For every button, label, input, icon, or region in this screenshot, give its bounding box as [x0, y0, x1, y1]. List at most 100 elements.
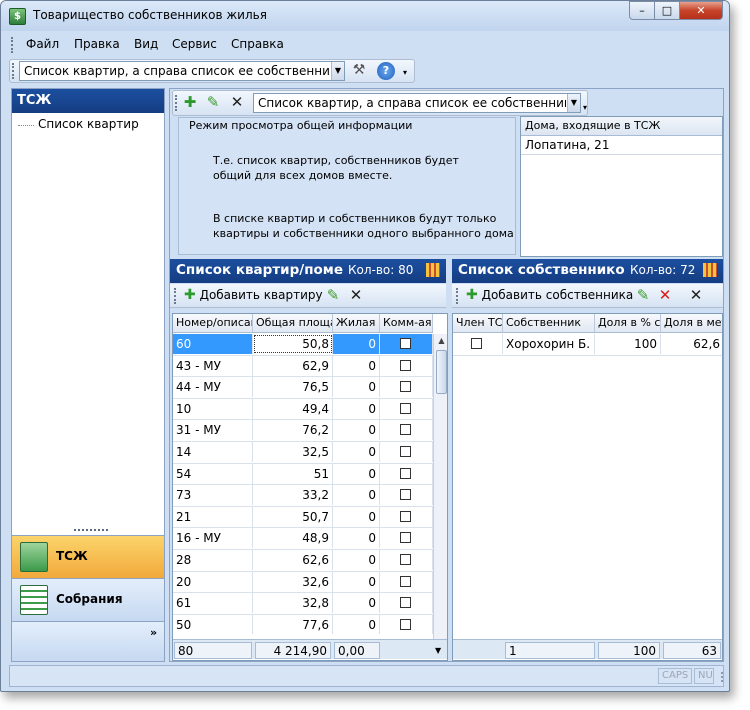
- help-icon[interactable]: ?: [377, 62, 395, 80]
- scroll-down-icon[interactable]: ▼: [435, 646, 441, 660]
- communal-cell: [380, 377, 433, 398]
- apartment-living-area: 0: [333, 485, 380, 506]
- toolbar-overflow-icon[interactable]: ▾: [403, 68, 407, 77]
- apartment-number: 43 - МУ: [173, 355, 253, 376]
- communal-checkbox[interactable]: [400, 510, 411, 522]
- info-text-2b: квартиры и собственники одного выбранног…: [213, 227, 514, 240]
- apartment-living-area: 0: [333, 334, 380, 354]
- table-row[interactable]: 28 62,6 0: [173, 550, 433, 572]
- add-icon[interactable]: ✚: [182, 95, 198, 111]
- scroll-up-icon[interactable]: ▲: [435, 336, 447, 345]
- minimize-button[interactable]: –: [629, 1, 655, 20]
- nav-button-meetings[interactable]: Собрания: [12, 578, 164, 621]
- add-icon: ✚: [466, 287, 478, 303]
- owner-row[interactable]: Хорохорин Б. А. 100 62,6: [453, 334, 722, 356]
- table-row[interactable]: 14 32,5 0: [173, 442, 433, 464]
- table-row[interactable]: 73 33,2 0: [173, 485, 433, 507]
- toolbar-grip[interactable]: [12, 63, 15, 79]
- resize-grip[interactable]: [715, 672, 723, 682]
- table-row[interactable]: 10 49,4 0: [173, 398, 433, 421]
- apartments-scrollbar[interactable]: ▲: [433, 334, 447, 654]
- add-owner-button[interactable]: ✚ Добавить собственника: [466, 287, 633, 305]
- maximize-button[interactable]: □: [654, 1, 680, 20]
- nav-splitter[interactable]: [74, 529, 108, 531]
- toolbar-grip[interactable]: [456, 288, 459, 304]
- view-mode-value: Список квартир, а справа список ее собст…: [24, 64, 329, 78]
- col-share-percent[interactable]: Доля в % с: [595, 314, 661, 332]
- col-total-area[interactable]: Общая площа: [253, 314, 333, 332]
- col-living[interactable]: Жилая: [333, 314, 380, 332]
- communal-cell: [380, 485, 433, 506]
- communal-checkbox[interactable]: [400, 359, 411, 371]
- menu-view[interactable]: Вид: [134, 37, 158, 51]
- edit-icon[interactable]: ✎: [205, 95, 221, 111]
- col-share-meters[interactable]: Доля в мет: [661, 314, 722, 332]
- main-toolbar: Список квартир, а справа список ее собст…: [9, 59, 415, 83]
- view-mode-select[interactable]: Список квартир, а справа список ее собст…: [19, 61, 345, 81]
- communal-checkbox[interactable]: [400, 381, 411, 393]
- table-row[interactable]: 43 - МУ 62,9 0: [173, 355, 433, 378]
- apartment-total-area: 62,6: [253, 550, 333, 570]
- table-row[interactable]: 44 - МУ 76,5 0: [173, 377, 433, 399]
- content-view-select[interactable]: Список квартир, а справа список ее собст…: [253, 93, 581, 113]
- scroll-thumb[interactable]: [436, 350, 447, 394]
- delete-icon[interactable]: ✕: [348, 288, 364, 304]
- communal-checkbox[interactable]: [400, 446, 411, 457]
- toolbar-grip[interactable]: [174, 288, 177, 304]
- menu-file[interactable]: Файл: [26, 37, 59, 51]
- delete-icon[interactable]: ✕: [688, 288, 704, 304]
- col-member[interactable]: Член ТС: [453, 314, 503, 332]
- col-communal[interactable]: Комм-ая: [380, 314, 433, 332]
- table-row[interactable]: 61 32,8 0: [173, 593, 433, 615]
- apartment-living-area: 0: [333, 377, 380, 398]
- nav-more-button[interactable]: »: [150, 626, 157, 639]
- communal-checkbox[interactable]: [400, 554, 411, 565]
- communal-cell: [380, 463, 433, 484]
- communal-checkbox[interactable]: [400, 532, 411, 544]
- communal-checkbox[interactable]: [400, 597, 411, 609]
- chevron-down-icon[interactable]: ▼: [567, 94, 580, 112]
- nav-button-tsj[interactable]: ТСЖ: [12, 535, 164, 578]
- member-checkbox[interactable]: [471, 338, 482, 349]
- chevron-down-icon[interactable]: ▼: [331, 62, 344, 80]
- apartment-total-area: 33,2: [253, 485, 333, 506]
- table-row[interactable]: 16 - МУ 48,9 0: [173, 528, 433, 550]
- table-row[interactable]: 54 51 0: [173, 463, 433, 486]
- communal-checkbox[interactable]: [400, 575, 411, 587]
- toolbar-overflow-icon[interactable]: ▾: [583, 103, 587, 112]
- apartment-living-area: 0: [333, 398, 380, 419]
- communal-checkbox[interactable]: [400, 338, 411, 349]
- communal-checkbox[interactable]: [400, 402, 411, 414]
- apartments-grid-header: Номер/описан Общая площа Жилая Комм-ая: [173, 314, 433, 333]
- col-owner[interactable]: Собственник: [503, 314, 595, 332]
- communal-checkbox[interactable]: [400, 618, 411, 630]
- tree-item-apartments[interactable]: Список квартир: [38, 117, 139, 131]
- menu-edit[interactable]: Правка: [74, 37, 120, 51]
- owners-title: Список собственнико: [458, 262, 625, 278]
- remove-icon[interactable]: ✕: [657, 288, 673, 304]
- table-row[interactable]: 50 77,6 0: [173, 614, 433, 634]
- delete-icon[interactable]: ✕: [229, 95, 245, 111]
- col-number[interactable]: Номер/описан: [173, 314, 253, 332]
- table-row[interactable]: 31 - МУ 76,2 0: [173, 420, 433, 442]
- communal-checkbox[interactable]: [400, 424, 411, 436]
- menu-service[interactable]: Сервис: [172, 37, 217, 51]
- menu-bar: Файл Правка Вид Сервис Справка: [9, 34, 724, 56]
- table-row[interactable]: 20 32,6 0: [173, 571, 433, 594]
- toolbar-grip[interactable]: [175, 95, 178, 111]
- communal-checkbox[interactable]: [400, 489, 411, 501]
- edit-icon[interactable]: ✎: [325, 288, 341, 304]
- house-row[interactable]: Лопатина, 21: [521, 136, 722, 155]
- member-cell: [453, 334, 503, 354]
- tools-icon[interactable]: ⚒: [350, 62, 368, 80]
- menu-grip[interactable]: [11, 37, 14, 53]
- communal-checkbox[interactable]: [400, 467, 411, 479]
- add-apartment-button[interactable]: ✚ Добавить квартиру: [184, 287, 323, 305]
- apartment-living-area: 0: [333, 571, 380, 592]
- edit-icon[interactable]: ✎: [635, 288, 651, 304]
- menu-help[interactable]: Справка: [231, 37, 284, 51]
- close-button[interactable]: ✕: [679, 1, 723, 20]
- table-row[interactable]: 21 50,7 0: [173, 506, 433, 529]
- table-row[interactable]: 60 50,8 0: [173, 334, 433, 356]
- owners-panel-header: Список собственнико Кол-во: 72: [452, 259, 723, 283]
